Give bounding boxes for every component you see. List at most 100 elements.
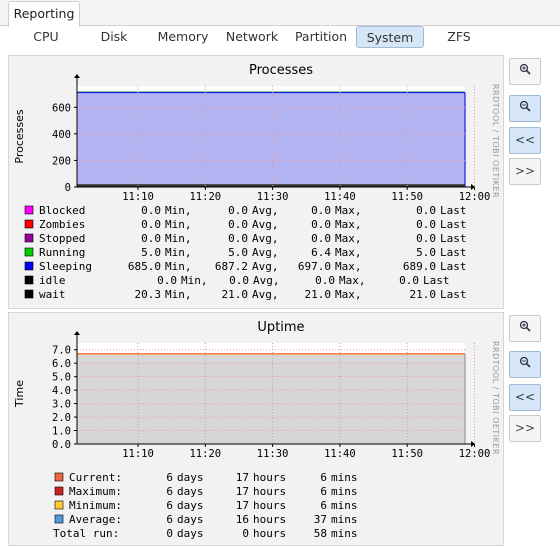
legend-value: 0.0 xyxy=(315,274,335,287)
legend-swatch-running xyxy=(24,247,34,257)
zoom-out-button[interactable] xyxy=(509,95,541,122)
chart-title: Uptime xyxy=(257,320,304,335)
y-tick-label: 400 xyxy=(52,129,71,141)
tab-disk[interactable]: Disk xyxy=(92,26,136,48)
legend-column-label: Avg, xyxy=(252,232,279,245)
legend-column-label: Avg, xyxy=(252,246,279,259)
legend-column-label: Last xyxy=(440,260,467,273)
x-tick-label: 11:10 xyxy=(122,191,154,203)
legend-label: idle xyxy=(39,274,66,287)
tab-partition[interactable]: Partition xyxy=(290,26,352,48)
legend-label: Average: xyxy=(69,513,122,526)
x-tick-label: 11:30 xyxy=(257,448,289,460)
forward-button-2[interactable]: >> xyxy=(509,415,541,442)
legend-column-label: Last xyxy=(440,288,467,301)
x-tick-label: 11:40 xyxy=(324,191,356,203)
legend-value: 0.0 xyxy=(141,204,161,217)
legend-value: 0.0 xyxy=(416,232,436,245)
legend-value: 0.0 xyxy=(416,204,436,217)
y-tick-label: 3.0 xyxy=(52,399,71,411)
legend-value: 0.0 xyxy=(141,232,161,245)
legend-column-label: Last xyxy=(440,232,467,245)
legend-mins-unit: mins xyxy=(331,485,358,498)
zoom-in-button-2[interactable] xyxy=(509,315,541,342)
tab-cpu[interactable]: CPU xyxy=(26,26,66,48)
legend-hours-unit: hours xyxy=(253,471,286,484)
legend-value: 5.0 xyxy=(228,246,248,259)
processes-chart: Processes Processes RRDTOOL / TOBI OETIKER… xyxy=(13,63,500,301)
x-tick-label: 11:40 xyxy=(324,448,356,460)
legend-hours-value: 17 xyxy=(236,471,249,484)
tab-system[interactable]: System xyxy=(356,26,424,48)
legend-hours-value: 16 xyxy=(236,513,249,526)
y-tick-label: 7.0 xyxy=(52,345,71,357)
legend-value: 5.0 xyxy=(416,246,436,259)
legend-column-label: Max, xyxy=(335,218,362,231)
legend-column-label: Max, xyxy=(335,204,362,217)
legend-column-label: Min, xyxy=(181,274,208,287)
back-button-2[interactable]: << xyxy=(509,384,541,411)
zoom-in-button[interactable] xyxy=(509,58,541,85)
legend-column-label: Avg, xyxy=(252,288,279,301)
zoom-in-icon xyxy=(519,320,531,332)
y-axis-label: Time xyxy=(13,380,26,408)
legend-column-label: Avg, xyxy=(252,218,279,231)
legend-days-value: 6 xyxy=(166,485,173,498)
uptime-graph-panel: Uptime Time RRDTOOL / TOBI OETIKER 11:10 11:… xyxy=(8,312,504,546)
legend-label: wait xyxy=(39,288,66,301)
legend-days-unit: days xyxy=(177,499,204,512)
legend-value: 0.0 xyxy=(399,274,419,287)
legend-label: Sleeping xyxy=(39,260,92,273)
legend-label: Running xyxy=(39,246,85,259)
legend-column-label: Last xyxy=(440,246,467,259)
legend-days-value: 6 xyxy=(166,513,173,526)
legend-value: 0.0 xyxy=(157,274,177,287)
zoom-in-icon xyxy=(519,63,531,75)
legend-days-value: 6 xyxy=(166,499,173,512)
zoom-out-icon xyxy=(519,100,531,112)
legend-value: 685.0 xyxy=(128,260,161,273)
y-axis-arrow xyxy=(74,331,80,335)
legend-value: 697.0 xyxy=(298,260,331,273)
y-tick-label: 200 xyxy=(52,155,71,167)
legend-column-label: Min, xyxy=(165,204,192,217)
tab-zfs[interactable]: ZFS xyxy=(440,26,478,48)
legend-label: Blocked xyxy=(39,204,85,217)
reporting-tab[interactable]: Reporting xyxy=(8,1,80,27)
legend-days-value: 0 xyxy=(166,527,173,540)
legend-mins-unit: mins xyxy=(331,513,358,526)
x-tick-label: 11:20 xyxy=(189,448,221,460)
legend-hours-unit: hours xyxy=(253,513,286,526)
legend-value: 0.0 xyxy=(228,204,248,217)
y-tick-label: 1.0 xyxy=(52,426,71,438)
legend-swatch-stopped xyxy=(24,233,34,243)
legend-value: 0.0 xyxy=(228,232,248,245)
legend-column-label: Min, xyxy=(165,218,192,231)
legend-label: Total run: xyxy=(53,527,119,540)
tab-memory[interactable]: Memory xyxy=(152,26,214,48)
legend-hours-unit: hours xyxy=(253,527,286,540)
legend-hours-value: 0 xyxy=(242,527,249,540)
legend-days-value: 6 xyxy=(166,471,173,484)
legend-value: 6.4 xyxy=(311,246,331,259)
legend-mins-value: 37 xyxy=(314,513,327,526)
legend-swatch xyxy=(54,486,64,496)
legend-mins-value: 6 xyxy=(320,485,327,498)
legend-value: 687.2 xyxy=(215,260,248,273)
x-tick-label: 11:20 xyxy=(189,191,221,203)
x-tick-label: 12:00 xyxy=(459,448,491,460)
back-button[interactable]: << xyxy=(509,127,541,154)
legend-label: Stopped xyxy=(39,232,85,245)
legend-swatch xyxy=(54,514,64,524)
zoom-out-button-2[interactable] xyxy=(509,351,541,378)
legend-column-label: Last xyxy=(440,204,467,217)
legend-hours-unit: hours xyxy=(253,499,286,512)
tab-network[interactable]: Network xyxy=(224,26,280,48)
chart-title: Processes xyxy=(249,63,313,78)
sleeping-area xyxy=(77,92,465,187)
forward-button[interactable]: >> xyxy=(509,158,541,185)
report-subtabs: CPU Disk Memory Network Partition System… xyxy=(0,26,560,51)
legend-value: 0.0 xyxy=(228,218,248,231)
x-tick-label: 11:50 xyxy=(391,448,423,460)
x-tick-label: 11:50 xyxy=(391,191,423,203)
